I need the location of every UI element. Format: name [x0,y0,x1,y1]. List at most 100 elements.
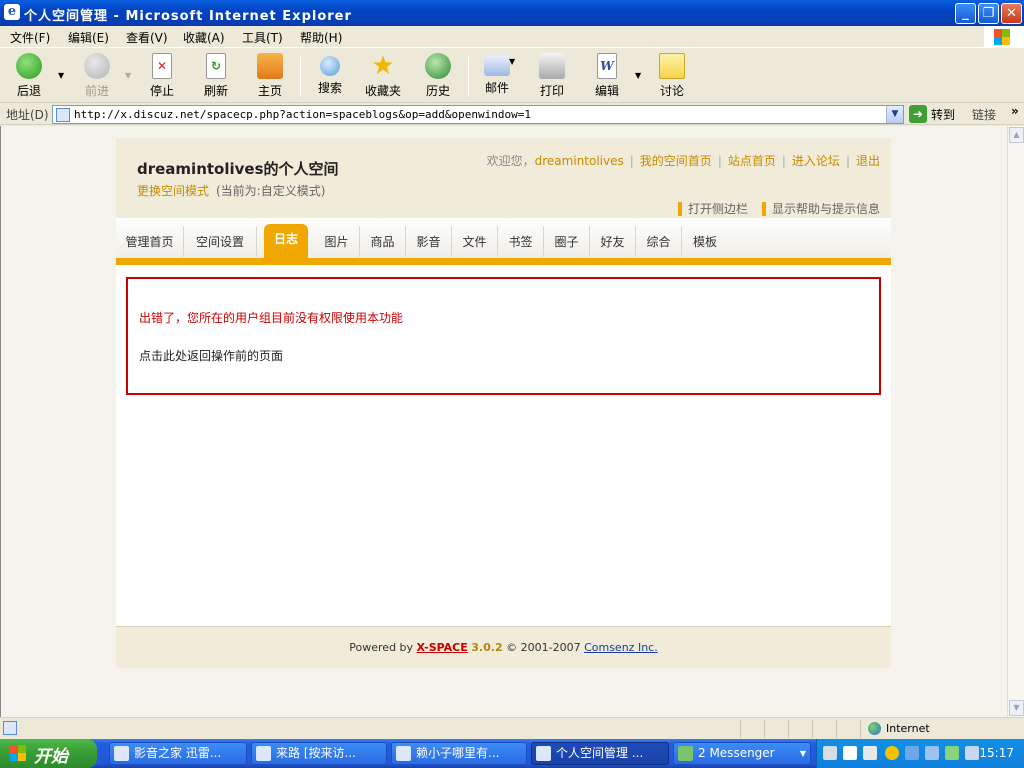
error-message: 出错了，您所在的用户组目前没有权限使用本功能 [139,311,404,325]
tab-bookmarks[interactable]: 书签 [498,226,544,257]
url-input[interactable] [74,107,874,122]
menu-edit[interactable]: 编辑(E) [68,29,109,46]
search-label: 搜索 [317,81,342,95]
back-button[interactable]: 后退 [12,53,46,99]
edit-button[interactable]: W 编辑 [591,53,623,99]
tab-goods[interactable]: 商品 [360,226,406,257]
go-button[interactable]: ➜ 转到 [909,105,955,123]
menu-view[interactable]: 查看(V) [126,29,168,46]
tab-media[interactable]: 影音 [406,226,452,257]
keyboard-icon[interactable] [823,746,837,760]
error-box: 出错了，您所在的用户组目前没有权限使用本功能 点击此处返回操作前的页面 [126,277,881,395]
qq-icon[interactable] [885,746,899,760]
tab-circles[interactable]: 圈子 [544,226,590,257]
task-label: 2 Messenger [698,746,775,760]
close-button[interactable]: ✕ [1001,3,1022,24]
messenger-tray-icon[interactable] [945,746,959,760]
menu-help[interactable]: 帮助(H) [300,29,342,46]
menu-tools[interactable]: 工具(T) [242,29,283,46]
taskbar-item[interactable]: 影音之家 迅雷... [109,742,247,765]
mail-dropdown-icon[interactable]: ▼ [509,57,515,66]
refresh-label: 刷新 [203,84,228,98]
open-sidebar-link[interactable]: 打开侧边栏 [677,202,748,216]
ie-icon [396,746,411,761]
status-cell [836,720,837,738]
start-button[interactable]: 开始 [0,739,97,768]
comsenz-link[interactable]: Comsenz Inc. [584,641,658,654]
discuss-button[interactable]: 讨论 [656,53,688,99]
tab-blog[interactable]: 日志 [264,224,308,258]
forward-dropdown-icon[interactable]: ▼ [125,71,131,80]
search-icon [320,56,340,76]
stop-button[interactable]: ✕ 停止 [146,53,178,99]
minimize-button[interactable]: _ [955,3,976,24]
restore-button[interactable]: ❐ [978,3,999,24]
browser-viewport: dreamintolives的个人空间 更换空间模式 (当前为:自定义模式) 欢… [0,126,1024,717]
back-link[interactable]: 点击此处返回操作前的页面 [139,347,283,364]
welcome-text: 欢迎您， [486,154,535,168]
show-help-link[interactable]: 显示帮助与提示信息 [761,202,880,216]
menu-bar: 文件(F) 编辑(E) 查看(V) 收藏(A) 工具(T) 帮助(H) [0,26,1024,48]
edit-dropdown-icon[interactable]: ▼ [635,71,641,80]
links-button[interactable]: 链接 [972,106,996,123]
tab-friends[interactable]: 好友 [590,226,636,257]
scroll-down-icon[interactable]: ▼ [1009,700,1024,716]
go-label: 转到 [931,107,956,122]
nav-separator: | [717,154,722,168]
logout-link[interactable]: 退出 [856,154,880,168]
menu-file[interactable]: 文件(F) [10,29,50,46]
history-button[interactable]: 历史 [422,53,454,99]
taskbar-item[interactable]: 来路 [按来访... [251,742,387,765]
vertical-scrollbar[interactable]: ▲ ▼ [1007,126,1024,717]
print-button[interactable]: 打印 [536,53,568,99]
address-field[interactable]: ▼ [52,105,904,124]
back-dropdown-icon[interactable]: ▼ [58,71,64,80]
language-icon[interactable] [863,746,877,760]
ie-icon: e [4,4,20,20]
xspace-link[interactable]: X-SPACE [417,641,468,654]
refresh-button[interactable]: ↻ 刷新 [200,53,232,99]
back-label: 后退 [16,84,41,98]
network-icon[interactable] [925,746,939,760]
chevron-right-icon[interactable]: » [1011,104,1019,118]
globe-icon [868,722,881,735]
taskbar-item[interactable]: 赖小子哪里有... [391,742,527,765]
home-button[interactable]: 主页 [254,53,286,99]
discuss-label: 讨论 [659,84,684,98]
forward-button[interactable]: 前进 [80,53,114,99]
site-home-link[interactable]: 站点首页 [728,154,776,168]
tab-manage-home[interactable]: 管理首页 [116,226,184,257]
username-link[interactable]: dreamintolives [535,154,624,168]
messenger-icon [678,746,693,761]
taskbar-item-active[interactable]: 个人空间管理 ... [531,742,669,765]
address-dropdown-icon[interactable]: ▼ [886,106,903,123]
stop-label: 停止 [149,84,174,98]
tab-space-settings[interactable]: 空间设置 [184,226,257,257]
taskbar: 开始 影音之家 迅雷... 来路 [按来访... 赖小子哪里有... 个人空间管… [0,739,1024,768]
my-space-link[interactable]: 我的空间首页 [640,154,712,168]
footer: Powered by X-SPACE 3.0.2 © 2001-2007 Com… [116,626,891,668]
volume-icon[interactable] [965,746,979,760]
start-label: 开始 [34,747,68,767]
favorites-button[interactable]: ★ 收藏夹 [363,53,403,99]
tab-general[interactable]: 综合 [636,226,682,257]
chevron-down-icon[interactable]: ▼ [800,743,806,764]
scroll-up-icon[interactable]: ▲ [1009,127,1024,143]
task-label: 个人空间管理 ... [556,746,644,760]
word-icon: W [597,53,617,79]
ie-icon [256,746,271,761]
tab-templates[interactable]: 模板 [682,226,728,257]
security-zone: Internet [868,721,930,735]
tab-images[interactable]: 图片 [314,226,360,257]
version-text: 3.0.2 [471,641,503,654]
change-mode-link[interactable]: 更换空间模式 [137,182,209,199]
forum-link[interactable]: 进入论坛 [792,154,840,168]
address-label: 地址(D) [6,108,49,122]
tab-files[interactable]: 文件 [452,226,498,257]
taskbar-item-messenger[interactable]: 2 Messenger ▼ [673,742,811,765]
search-button[interactable]: 搜索 [313,53,347,99]
menu-favorites[interactable]: 收藏(A) [183,29,225,46]
help-icon[interactable] [843,746,857,760]
toolbar-separator [468,55,469,97]
network-icon[interactable] [905,746,919,760]
